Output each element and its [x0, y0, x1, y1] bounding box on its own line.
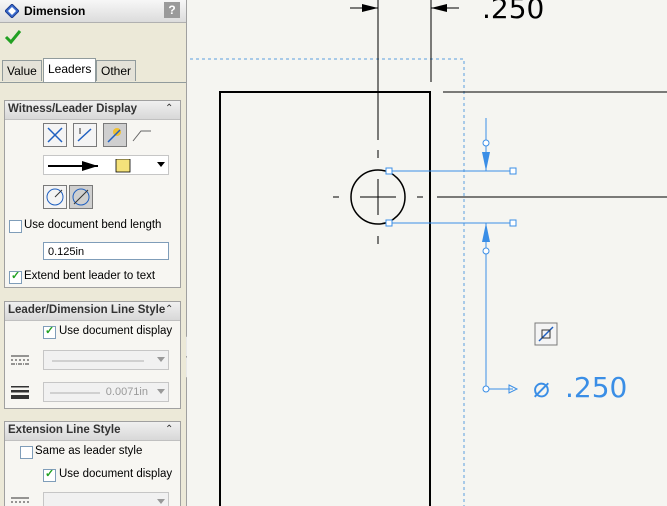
- check-icon: ✓: [45, 468, 55, 480]
- thickness-preview-icon: [50, 392, 100, 394]
- same-as-leader-checkbox[interactable]: [20, 446, 33, 459]
- extension-use-document-checkbox[interactable]: ✓: [43, 468, 56, 482]
- leader-straight-button[interactable]: [43, 185, 67, 209]
- dimension-icon: [5, 4, 19, 18]
- part-outline: [219, 91, 431, 506]
- leader-diameter-button[interactable]: [69, 185, 93, 209]
- help-button[interactable]: ?: [164, 2, 180, 18]
- tab-value[interactable]: Value: [2, 60, 42, 81]
- arrow-style-select[interactable]: [43, 155, 169, 175]
- line-style-title: Leader/Dimension Line Style: [8, 304, 166, 316]
- collapse-chevron-icon[interactable]: ⌃: [165, 103, 177, 115]
- line-style-header[interactable]: Leader/Dimension Line Style ⌃: [5, 302, 180, 321]
- arrowhead-right: [431, 4, 447, 12]
- same-as-leader-label: Same as leader style: [35, 445, 143, 457]
- check-icon: ✓: [11, 270, 21, 282]
- grip-handle[interactable]: [385, 219, 393, 227]
- arrow-style-preview-icon: [48, 159, 131, 173]
- grip-handle[interactable]: [385, 167, 393, 175]
- dropdown-arrow-icon: [157, 499, 165, 504]
- arrowhead-lower: [482, 223, 490, 242]
- property-manager-panel: Dimension ? Value Leaders Other Witness/…: [0, 0, 187, 506]
- dimension-palette-icon[interactable]: [534, 322, 558, 346]
- drawing-sheet: [190, 0, 667, 506]
- extension-use-document-label: Use document display: [59, 468, 173, 480]
- grip-handle[interactable]: [509, 219, 517, 227]
- arrowhead-left: [362, 4, 378, 12]
- line-style-icon: [11, 497, 29, 503]
- tab-other-label: Other: [101, 64, 132, 78]
- panel-title: Dimension: [24, 4, 86, 18]
- collapse-chevron-icon[interactable]: ⌃: [165, 424, 177, 436]
- extension-line-style-select[interactable]: [43, 492, 169, 506]
- line-style-group: Leader/Dimension Line Style ⌃ ✓ Use docu…: [4, 301, 181, 409]
- tab-leaders[interactable]: Leaders: [43, 58, 97, 82]
- grip-handle[interactable]: [509, 167, 517, 175]
- witness-leader-title: Witness/Leader Display: [8, 103, 137, 115]
- line-style-icon: [11, 355, 29, 365]
- witness-outside-button[interactable]: [43, 123, 67, 147]
- radius-leader-icon: [46, 188, 64, 206]
- tab-other[interactable]: Other: [96, 60, 137, 81]
- diameter-symbol: ⌀: [533, 371, 550, 404]
- dropdown-arrow-icon: [157, 357, 165, 362]
- arrows-outside-icon: [47, 127, 63, 143]
- use-document-display-label: Use document display: [59, 325, 173, 337]
- line-preview-icon: [52, 360, 144, 362]
- use-document-display-checkbox[interactable]: ✓: [43, 325, 56, 339]
- arrows-inside-icon: [77, 128, 92, 142]
- top-dimension-text[interactable]: .250: [482, 0, 544, 25]
- line-thickness-value: 0.0071in: [105, 386, 148, 398]
- diameter-leader-icon: [72, 188, 90, 206]
- collapse-chevron-icon[interactable]: ⌃: [165, 304, 177, 316]
- drawing-canvas[interactable]: .250 ⌀ .250: [187, 0, 667, 506]
- dropdown-arrow-icon: [157, 389, 165, 394]
- line-thickness-select[interactable]: 0.0071in: [43, 382, 169, 402]
- tab-value-label: Value: [7, 64, 37, 78]
- tab-bar: Value Leaders Other: [0, 58, 186, 83]
- use-bend-length-label: Use document bend length: [24, 219, 162, 231]
- extension-line-header[interactable]: Extension Line Style ⌃: [5, 422, 180, 441]
- extension-line-group: Extension Line Style ⌃ Same as leader st…: [4, 421, 181, 506]
- bent-leader-icon[interactable]: [131, 127, 153, 143]
- witness-inside-button[interactable]: [73, 123, 97, 147]
- bend-length-input[interactable]: 0.125in: [43, 242, 169, 260]
- arrow-grip[interactable]: [482, 139, 490, 147]
- line-thickness-icon: [11, 386, 29, 399]
- witness-smart-button[interactable]: [103, 123, 127, 147]
- panel-header: Dimension ?: [0, 0, 186, 23]
- ok-check-icon[interactable]: [4, 28, 22, 46]
- line-style-select[interactable]: [43, 350, 169, 370]
- tab-leaders-label: Leaders: [48, 62, 92, 76]
- view-boundary: [190, 58, 465, 506]
- diameter-dimension-text[interactable]: .250: [565, 371, 627, 404]
- shoulder-grip[interactable]: [482, 385, 490, 393]
- selected-diameter-dimension[interactable]: [385, 118, 519, 394]
- witness-leader-header[interactable]: Witness/Leader Display ⌃: [5, 101, 180, 120]
- extend-bent-leader-label: Extend bent leader to text: [24, 270, 156, 282]
- extension-line-title: Extension Line Style: [8, 424, 121, 436]
- check-icon: ✓: [45, 325, 55, 337]
- extend-bent-leader-checkbox[interactable]: ✓: [9, 270, 22, 284]
- dropdown-arrow-icon: [157, 162, 165, 167]
- use-bend-length-checkbox[interactable]: [9, 220, 22, 233]
- arrowhead-upper: [482, 152, 490, 171]
- witness-leader-group: Witness/Leader Display ⌃ Use document be…: [4, 100, 181, 288]
- arrow-grip[interactable]: [482, 247, 490, 255]
- smart-arrows-icon: [107, 128, 121, 143]
